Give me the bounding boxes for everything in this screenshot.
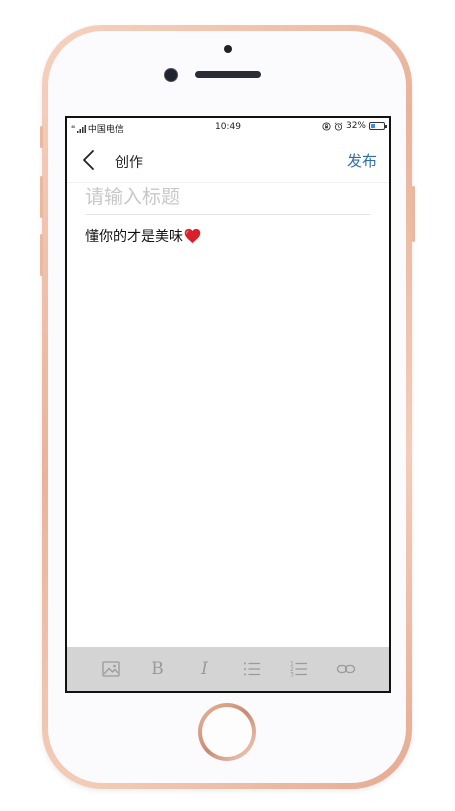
body-text: 懂你的才是美味 (85, 229, 183, 245)
alarm-icon (334, 121, 343, 131)
insert-image-button[interactable] (100, 658, 122, 680)
chevron-left-icon (83, 150, 94, 170)
editor-body[interactable]: 懂你的才是美味 (85, 226, 201, 246)
mute-switch (40, 126, 43, 148)
rotation-lock-icon (322, 121, 331, 131)
insert-link-button[interactable] (335, 658, 357, 680)
back-button[interactable] (79, 148, 101, 172)
proximity-sensor (224, 45, 232, 53)
front-camera (164, 68, 178, 82)
status-right: 32% (322, 121, 387, 131)
formatting-toolbar: B I 1 2 3 (67, 647, 389, 691)
battery-fill (371, 124, 375, 128)
bulleted-list-icon (243, 662, 260, 676)
link-icon (336, 664, 355, 674)
status-bar: ⁴⁶ 中国电信 10:49 32% (67, 118, 389, 138)
bold-icon: B (151, 659, 164, 679)
nav-bar: 创作 发布 (67, 138, 389, 183)
phone-screen: ⁴⁶ 中国电信 10:49 32% 创作 发布 请输入标题 懂你的才是美味 B … (65, 116, 391, 693)
volume-up-button (40, 176, 43, 218)
image-icon (101, 661, 120, 677)
numbered-list-button[interactable]: 1 2 3 (288, 658, 310, 680)
earpiece-speaker (195, 71, 261, 78)
volume-down-button (40, 234, 43, 276)
svg-text:3: 3 (290, 672, 294, 679)
bulleted-list-button[interactable] (241, 658, 263, 680)
italic-icon: I (201, 659, 208, 679)
publish-button[interactable]: 发布 (347, 150, 377, 171)
battery-percent: 32% (345, 121, 366, 131)
numbered-list-icon: 1 2 3 (290, 661, 307, 679)
battery-icon (369, 122, 387, 130)
power-button (412, 186, 415, 242)
home-button[interactable] (198, 703, 256, 761)
italic-button[interactable]: I (194, 658, 216, 680)
title-input[interactable] (85, 180, 371, 215)
heart-emoji-icon (184, 228, 201, 244)
bold-button[interactable]: B (147, 658, 169, 680)
page-title: 创作 (115, 155, 143, 171)
